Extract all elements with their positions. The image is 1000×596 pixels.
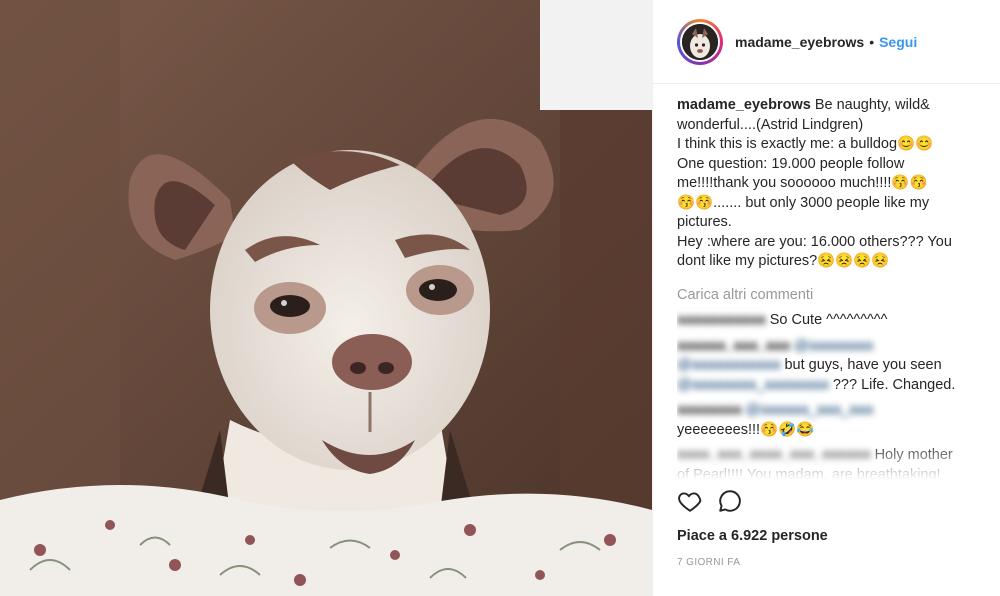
post-header: madame_eyebrows • Segui [653,0,1000,84]
comment-text: Holy mother [874,447,953,463]
header-separator: • [869,33,875,50]
caption-line: dont like my pictures?😣😣😣😣 [677,253,890,269]
comment-text: of Pearl!!!! You madam, are breathtaking… [677,466,941,481]
comment-text: ??? Life. Changed. [832,376,956,393]
caption-line: me!!!!thank you soooooo much!!!!😚😚 [677,175,928,191]
post-side-panel: madame_eyebrows • Segui madame_eyebrows … [652,0,1000,596]
header-username[interactable]: madame_eyebrows [735,34,864,50]
comment-username[interactable]: aaaa_aaa_aaaa_aaa_aaaaaa [677,447,871,463]
comment-text: yeeeeeees!!!😚🤣😂 [677,421,815,438]
caption-line: One question: 19.000 people follow [677,155,905,172]
post-timestamp: 7 GIORNI FA [677,557,741,568]
heart-icon[interactable] [677,488,703,514]
follow-button[interactable]: Segui [879,34,917,50]
comment: aaaaaa_aaa_aaa @aaaaaaaa @aaaaaaaaaaa bu… [677,337,977,396]
avatar-image [680,21,720,62]
comment: aaaaaaaaaaa So Cute ^^^^^^^^^ [677,311,977,331]
caption-line: wonderful....(Astrid Lindgren) [677,116,864,133]
caption-line: I think this is exactly me: a bulldog😊😊 [677,136,934,152]
caption-username[interactable]: madame_eyebrows [677,97,811,113]
caption-line: Be naughty, wild& [814,97,930,113]
comment-username[interactable]: aaaaaaaa [677,402,742,418]
comment: aaaaaaaa @aaaaaa_aaa_aaa yeeeeeees!!!😚🤣😂 [677,401,977,440]
comment-username[interactable]: aaaaaa_aaa_aaa [677,338,790,354]
comment-mention[interactable]: @aaaaaaaaaaa [677,357,780,373]
comment-text: So Cute ^^^^^^^^^ [769,312,888,328]
likes-count[interactable]: Piace a 6.922 persone [677,528,828,544]
caption-line: 😚😚....... but only 3000 people like my [677,194,930,211]
caption-line: pictures. [677,214,732,230]
comment-icon[interactable] [717,488,743,514]
comment-username[interactable]: aaaaaaaaaaa [677,312,766,328]
action-bar [677,488,743,514]
load-more-comments-link[interactable]: Carica altri commenti [677,286,977,306]
comment: aaaa_aaa_aaaa_aaa_aaaaaa Holy mother of … [677,446,977,480]
caption: madame_eyebrows Be naughty, wild& wonder… [677,96,977,272]
post-photo[interactable] [0,0,652,596]
comment-text: but guys, have you seen [784,357,942,373]
avatar[interactable] [677,18,723,65]
comment-mention[interactable]: @aaaaaaaa [794,338,873,354]
comments-list[interactable]: madame_eyebrows Be naughty, wild& wonder… [677,96,977,480]
comment-mention[interactable]: @aaaaaa_aaa_aaa [746,402,874,418]
comment-mention[interactable]: @aaaaaaaa_aaaaaaaa [677,377,829,393]
caption-line: Hey :where are you: 16.000 others??? You [677,233,952,250]
